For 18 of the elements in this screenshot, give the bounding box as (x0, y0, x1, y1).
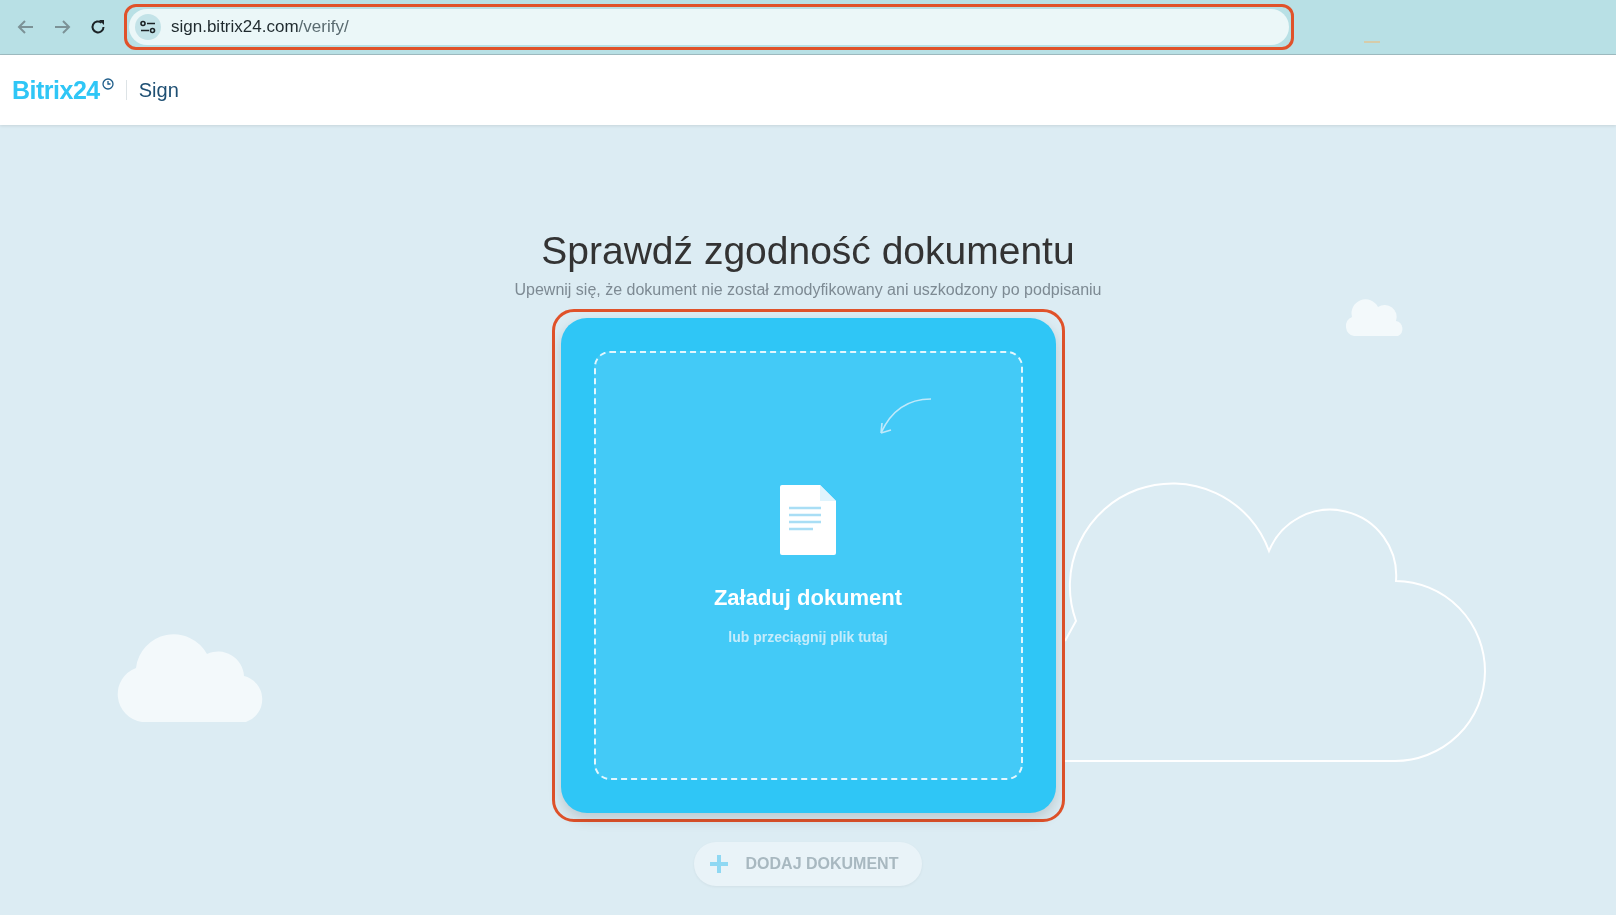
upload-title: Załaduj dokument (713, 585, 903, 611)
url-host: sign.bitrix24.com (171, 17, 299, 36)
upload-hint: lub przeciągnij plik tutaj (728, 629, 888, 645)
upload-card[interactable]: Załaduj dokument lub przeciągnij plik tutaj (560, 318, 1056, 813)
back-arrow-icon[interactable] (17, 18, 35, 36)
page-title: Sprawdź zgodność dokumentu (541, 228, 1075, 274)
document-icon (780, 485, 836, 555)
logo[interactable]: Bitrix24 (12, 75, 100, 105)
page-subtitle: Upewnij się, że dokument nie został zmodyfikowany ani uszkodzony po podpisaniu (514, 281, 1102, 299)
reload-icon[interactable] (89, 18, 107, 36)
plus-icon (709, 855, 728, 873)
forward-arrow-icon[interactable] (53, 18, 71, 36)
clock-icon (101, 78, 114, 90)
site-settings-icon[interactable] (135, 14, 161, 40)
address-bar[interactable]: sign.bitrix24.com/verify/ (129, 9, 1289, 45)
drop-zone[interactable]: Załaduj dokument lub przeciągnij plik tutaj (593, 351, 1023, 780)
url-path: /verify/ (298, 17, 349, 36)
product-name: Sign (138, 78, 179, 102)
